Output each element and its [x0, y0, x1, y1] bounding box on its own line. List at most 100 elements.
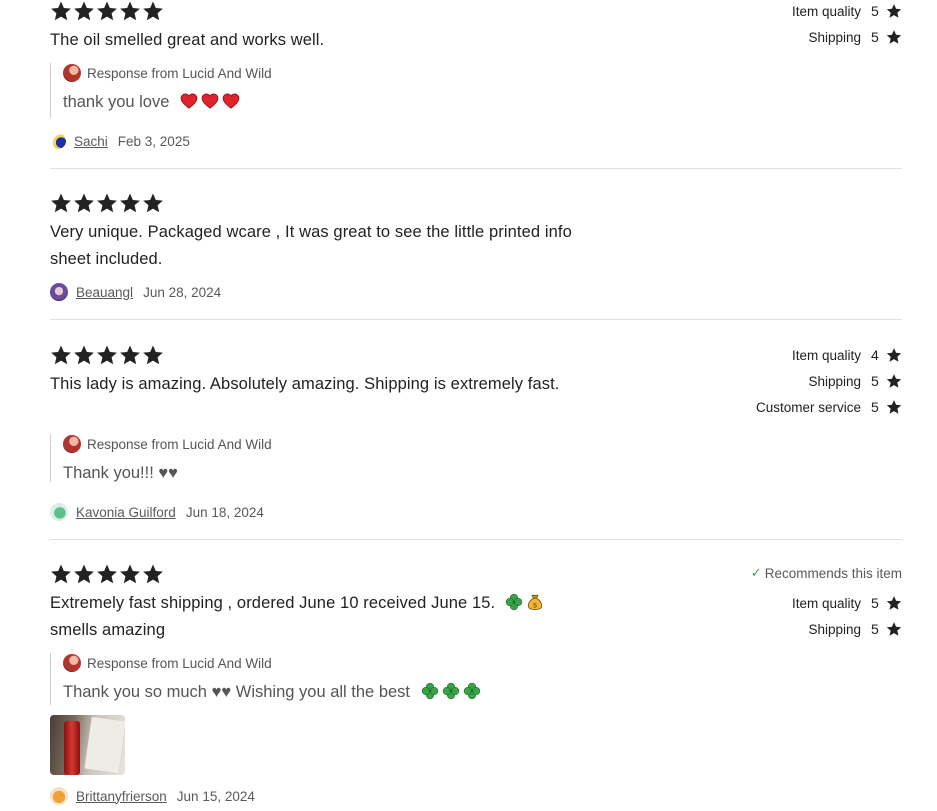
rating-label: Item quality: [791, 595, 861, 611]
star-icon: [142, 0, 164, 22]
rating-label: Shipping: [808, 373, 861, 389]
review-ratings: Item quality 4 Shipping 5 Customer servi…: [756, 342, 902, 420]
reviewer-meta: Brittanyfrierson Jun 15, 2024: [50, 786, 255, 806]
star-icon: [142, 563, 164, 585]
review-card: This lady is amazing. Absolutely amazing…: [50, 344, 902, 539]
reviewer-name-link[interactable]: Beauangl: [76, 285, 133, 300]
review-text: The oil smelled great and works well.: [50, 31, 325, 49]
rating-row: Shipping 5: [792, 24, 902, 50]
clover-icon: [442, 682, 460, 700]
rating-row: Item quality 4: [756, 342, 902, 368]
rating-row: Item quality 5: [792, 0, 902, 24]
star-icon: [119, 192, 141, 214]
heart-icon: [180, 92, 198, 110]
clover-icon: [505, 593, 523, 611]
review-date: Jun 15, 2024: [176, 788, 255, 804]
rating-label: Shipping: [808, 621, 861, 637]
review-card: Extremely fast shipping , ordered June 1…: [50, 563, 902, 811]
reviewer-meta: Beauangl Jun 28, 2024: [50, 282, 221, 302]
reviewer-avatar: [50, 503, 68, 521]
star-icon: [142, 192, 164, 214]
review-stars: [50, 192, 164, 214]
review-date: Jun 18, 2024: [185, 504, 264, 520]
reviewer-name-link[interactable]: Brittanyfrierson: [76, 789, 167, 804]
seller-avatar: [63, 654, 81, 672]
rating-value: 5: [871, 399, 879, 415]
review-stars: [50, 344, 164, 366]
rating-value: 5: [871, 373, 879, 389]
review-text: Extremely fast shipping , ordered June 1…: [50, 590, 590, 644]
rating-row: Customer service 5: [756, 394, 902, 420]
star-icon: [50, 563, 72, 585]
star-icon: [142, 344, 164, 366]
review-card: The oil smelled great and works well. Re…: [50, 0, 902, 168]
star-icon: [886, 595, 902, 611]
star-icon: [886, 3, 902, 19]
reviewer-name-link[interactable]: Kavonia Guilford: [76, 505, 176, 520]
reviewer-meta: Sachi Feb 3, 2025: [50, 131, 190, 151]
seller-response: Response from Lucid And Wild Thank you s…: [50, 653, 481, 705]
seller-avatar: [63, 64, 81, 82]
star-icon: [50, 192, 72, 214]
response-text: Thank you so much ♥♥ Wishing you all the…: [63, 683, 411, 701]
star-icon: [73, 344, 95, 366]
star-icon: [886, 399, 902, 415]
star-icon: [50, 0, 72, 22]
rating-label: Item quality: [791, 3, 861, 19]
review-date: Feb 3, 2025: [117, 133, 190, 149]
reviewer-avatar: [50, 133, 66, 149]
review-ratings: ✓ Recommends this item Item quality 5 Sh…: [751, 563, 902, 642]
star-icon: [119, 0, 141, 22]
rating-value: 5: [871, 29, 879, 45]
star-icon: [50, 344, 72, 366]
rating-value: 4: [871, 347, 879, 363]
rating-label: Shipping: [808, 29, 861, 45]
review-stars: [50, 0, 164, 22]
rating-row: Item quality 5: [751, 590, 902, 616]
star-icon: [73, 192, 95, 214]
clover-icon: [421, 682, 439, 700]
review-divider: [50, 539, 902, 540]
star-icon: [886, 29, 902, 45]
star-icon: [96, 563, 118, 585]
response-from: Response from Lucid And Wild: [87, 655, 272, 671]
rating-value: 5: [871, 621, 879, 637]
star-icon: [73, 563, 95, 585]
reviewer-avatar: [50, 787, 68, 805]
reviewer-name-link[interactable]: Sachi: [74, 134, 108, 149]
recommends-text: Recommends this item: [764, 565, 902, 581]
review-card: Very unique. Packaged wcare , It was gre…: [50, 192, 902, 319]
star-icon: [73, 0, 95, 22]
review-text-line: smells amazing: [50, 621, 166, 639]
star-icon: [96, 344, 118, 366]
recommends-badge: ✓ Recommends this item: [751, 563, 902, 583]
review-divider: [50, 168, 902, 169]
seller-response: Response from Lucid And Wild thank you l…: [50, 63, 272, 118]
rating-value: 5: [871, 595, 879, 611]
seller-avatar: [63, 435, 81, 453]
star-icon: [96, 192, 118, 214]
money-bag-icon: [526, 593, 544, 611]
star-icon: [96, 0, 118, 22]
rating-row: Shipping 5: [751, 616, 902, 642]
star-icon: [119, 344, 141, 366]
review-divider: [50, 319, 902, 320]
rating-label: Item quality: [791, 347, 861, 363]
star-icon: [886, 347, 902, 363]
review-text: Very unique. Packaged wcare , It was gre…: [50, 223, 572, 268]
review-text: This lady is amazing. Absolutely amazing…: [50, 375, 560, 393]
star-icon: [886, 373, 902, 389]
seller-response: Response from Lucid And Wild Thank you!!…: [50, 434, 272, 482]
review-text-line: Extremely fast shipping , ordered June 1…: [50, 594, 496, 612]
review-date: Jun 28, 2024: [143, 284, 222, 300]
response-from: Response from Lucid And Wild: [87, 65, 272, 81]
review-ratings: Item quality 5 Shipping 5: [792, 0, 902, 50]
rating-row: Shipping 5: [756, 368, 902, 394]
heart-icon: [201, 92, 219, 110]
review-photo[interactable]: [50, 715, 125, 775]
rating-label: Customer service: [755, 399, 861, 415]
clover-icon: [463, 682, 481, 700]
response-text: thank you love: [63, 93, 170, 111]
rating-value: 5: [871, 3, 879, 19]
reviewer-meta: Kavonia Guilford Jun 18, 2024: [50, 502, 264, 522]
